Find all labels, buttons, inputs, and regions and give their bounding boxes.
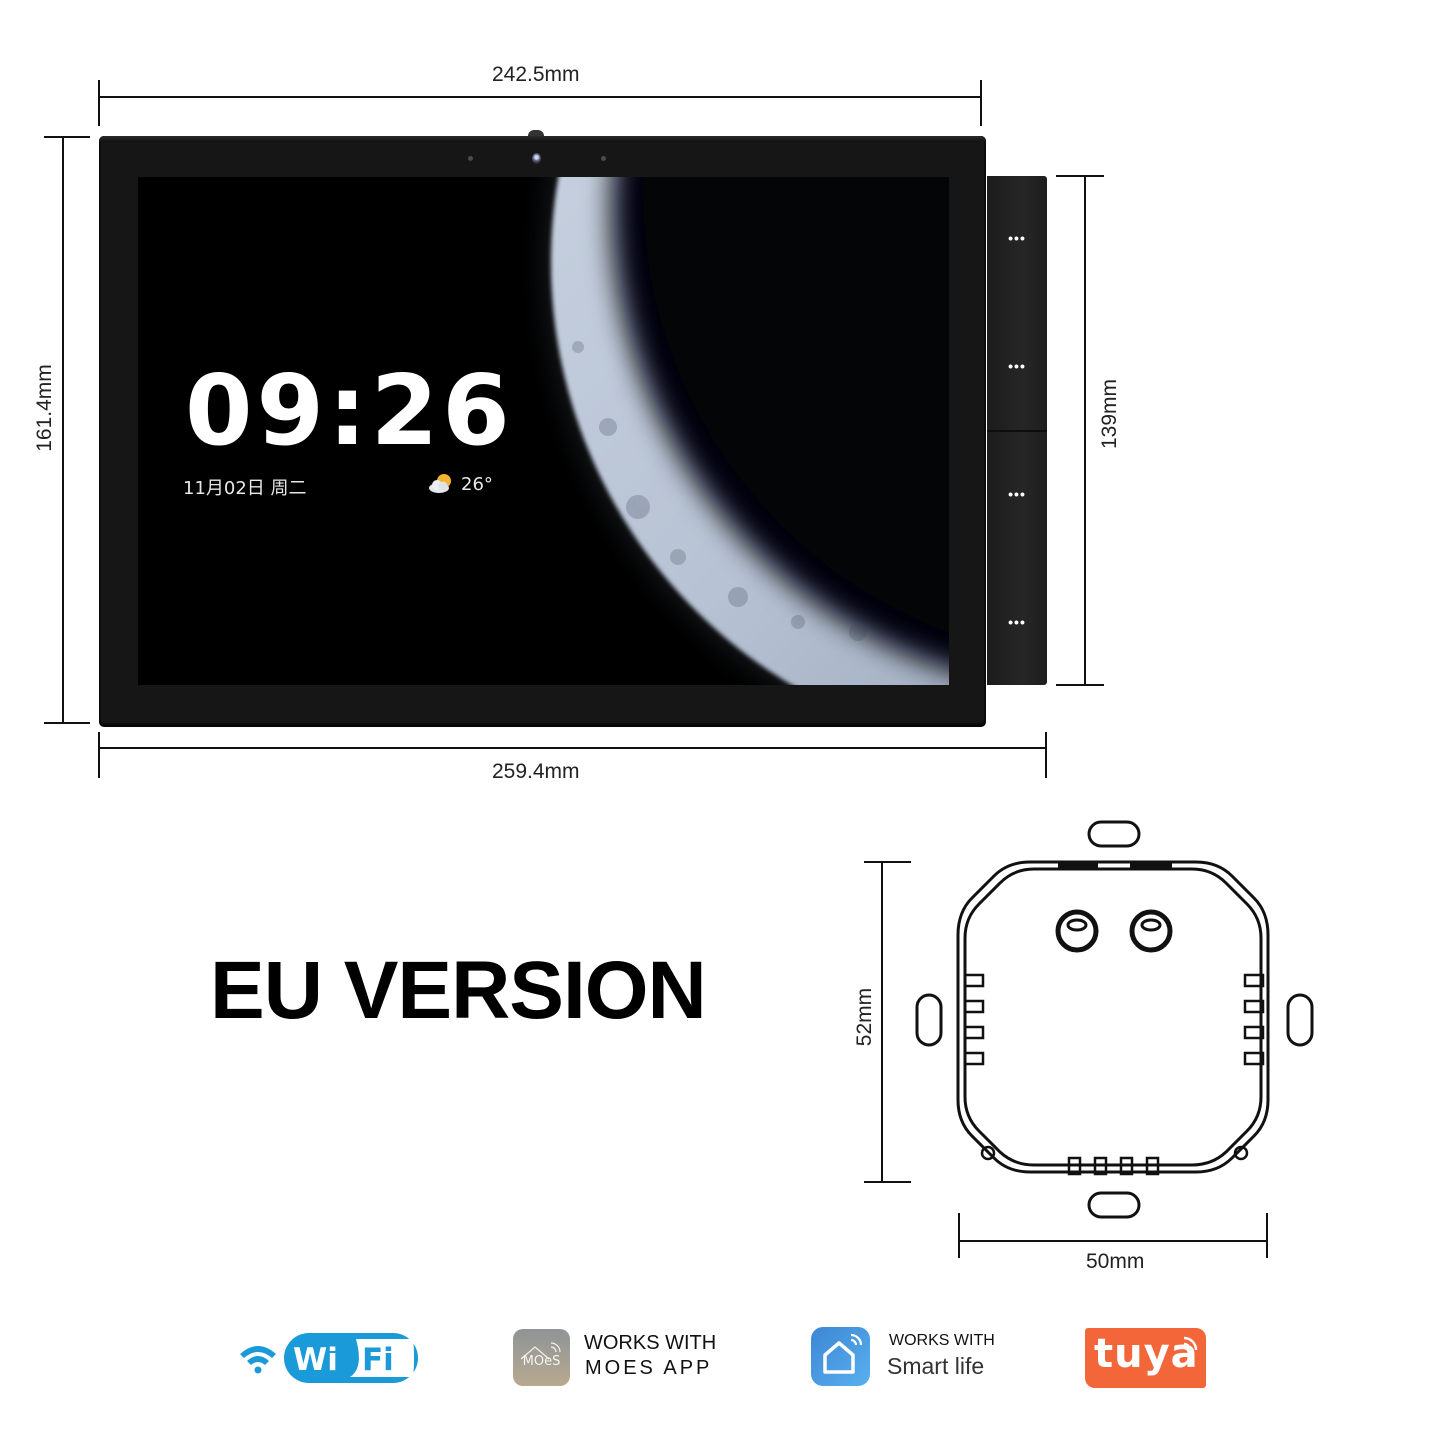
tuya-logo: tuya [1085,1328,1206,1388]
moes-works-with: WORKS WITH [584,1332,717,1354]
box-outer-wall [956,860,1270,1174]
camera-icon [532,153,541,164]
box-inner-wall [963,867,1263,1167]
dots-icon: ••• [1008,614,1026,630]
left-clips [963,973,985,1066]
version-heading: EU VERSION [210,945,707,1036]
dim-label-right-height: 139mm [1098,378,1121,450]
dim-tick [44,136,90,138]
back-box-drawing [864,820,1314,1258]
tuya-signal-icon [1183,1336,1198,1351]
light-sensor-icon [468,156,473,161]
dots-icon: ••• [1008,486,1026,502]
dim-label-box-width: 50mm [1086,1250,1145,1273]
wifi-logo-left-text: Wi [293,1342,338,1378]
smart-life-label: Smart life [887,1353,985,1379]
screw-slot-bottom [1087,1191,1141,1219]
dim-tick [98,732,100,778]
dim-line [99,747,1046,749]
dim-tick [44,722,90,724]
side-button-3[interactable]: ••• [987,479,1047,509]
wifi-logo-right-text: Fi [362,1342,394,1378]
date-label: 11月02日 周二 [183,478,307,499]
dots-icon: ••• [1008,358,1026,374]
temperature-label: 26° [461,474,493,495]
moes-app-label: MOES APP [585,1357,713,1379]
side-button-1[interactable]: ••• [987,223,1047,253]
dim-tick [1045,732,1047,778]
dim-label-left-height: 161.4mm [33,364,56,452]
screw-slot-left [915,993,943,1047]
dim-label-top-width: 242.5mm [492,63,580,86]
moes-icon-text: MOeS [523,1354,561,1369]
moes-app-icon: MOeS [513,1329,570,1386]
dim-tick [1056,175,1104,177]
dim-tick [98,80,100,126]
side-button-panel: ••• ••• ••• ••• [987,176,1047,685]
panel-divider [987,430,1047,432]
dim-line [99,96,981,98]
dim-label-box-height: 52mm [853,987,876,1047]
wifi-icon [240,1346,276,1374]
screw-slot-top [1087,820,1141,848]
partly-cloudy-icon [429,474,451,493]
smart-life-app-icon [811,1327,870,1386]
smart-life-works-with: WORKS WITH [889,1332,995,1349]
proximity-sensor-icon [601,156,606,161]
side-button-4[interactable]: ••• [987,607,1047,637]
dim-tick [980,80,982,126]
dots-icon: ••• [1008,230,1026,246]
side-button-2[interactable]: ••• [987,351,1047,381]
dim-line [62,136,64,724]
screw-slot-right [1286,993,1314,1047]
dim-tick [1056,684,1104,686]
wifi-logo: Wi Fi [240,1333,418,1383]
clock-time: 09:26 [185,354,514,467]
dim-line [1084,175,1086,686]
dim-label-bottom-width: 259.4mm [492,760,580,783]
